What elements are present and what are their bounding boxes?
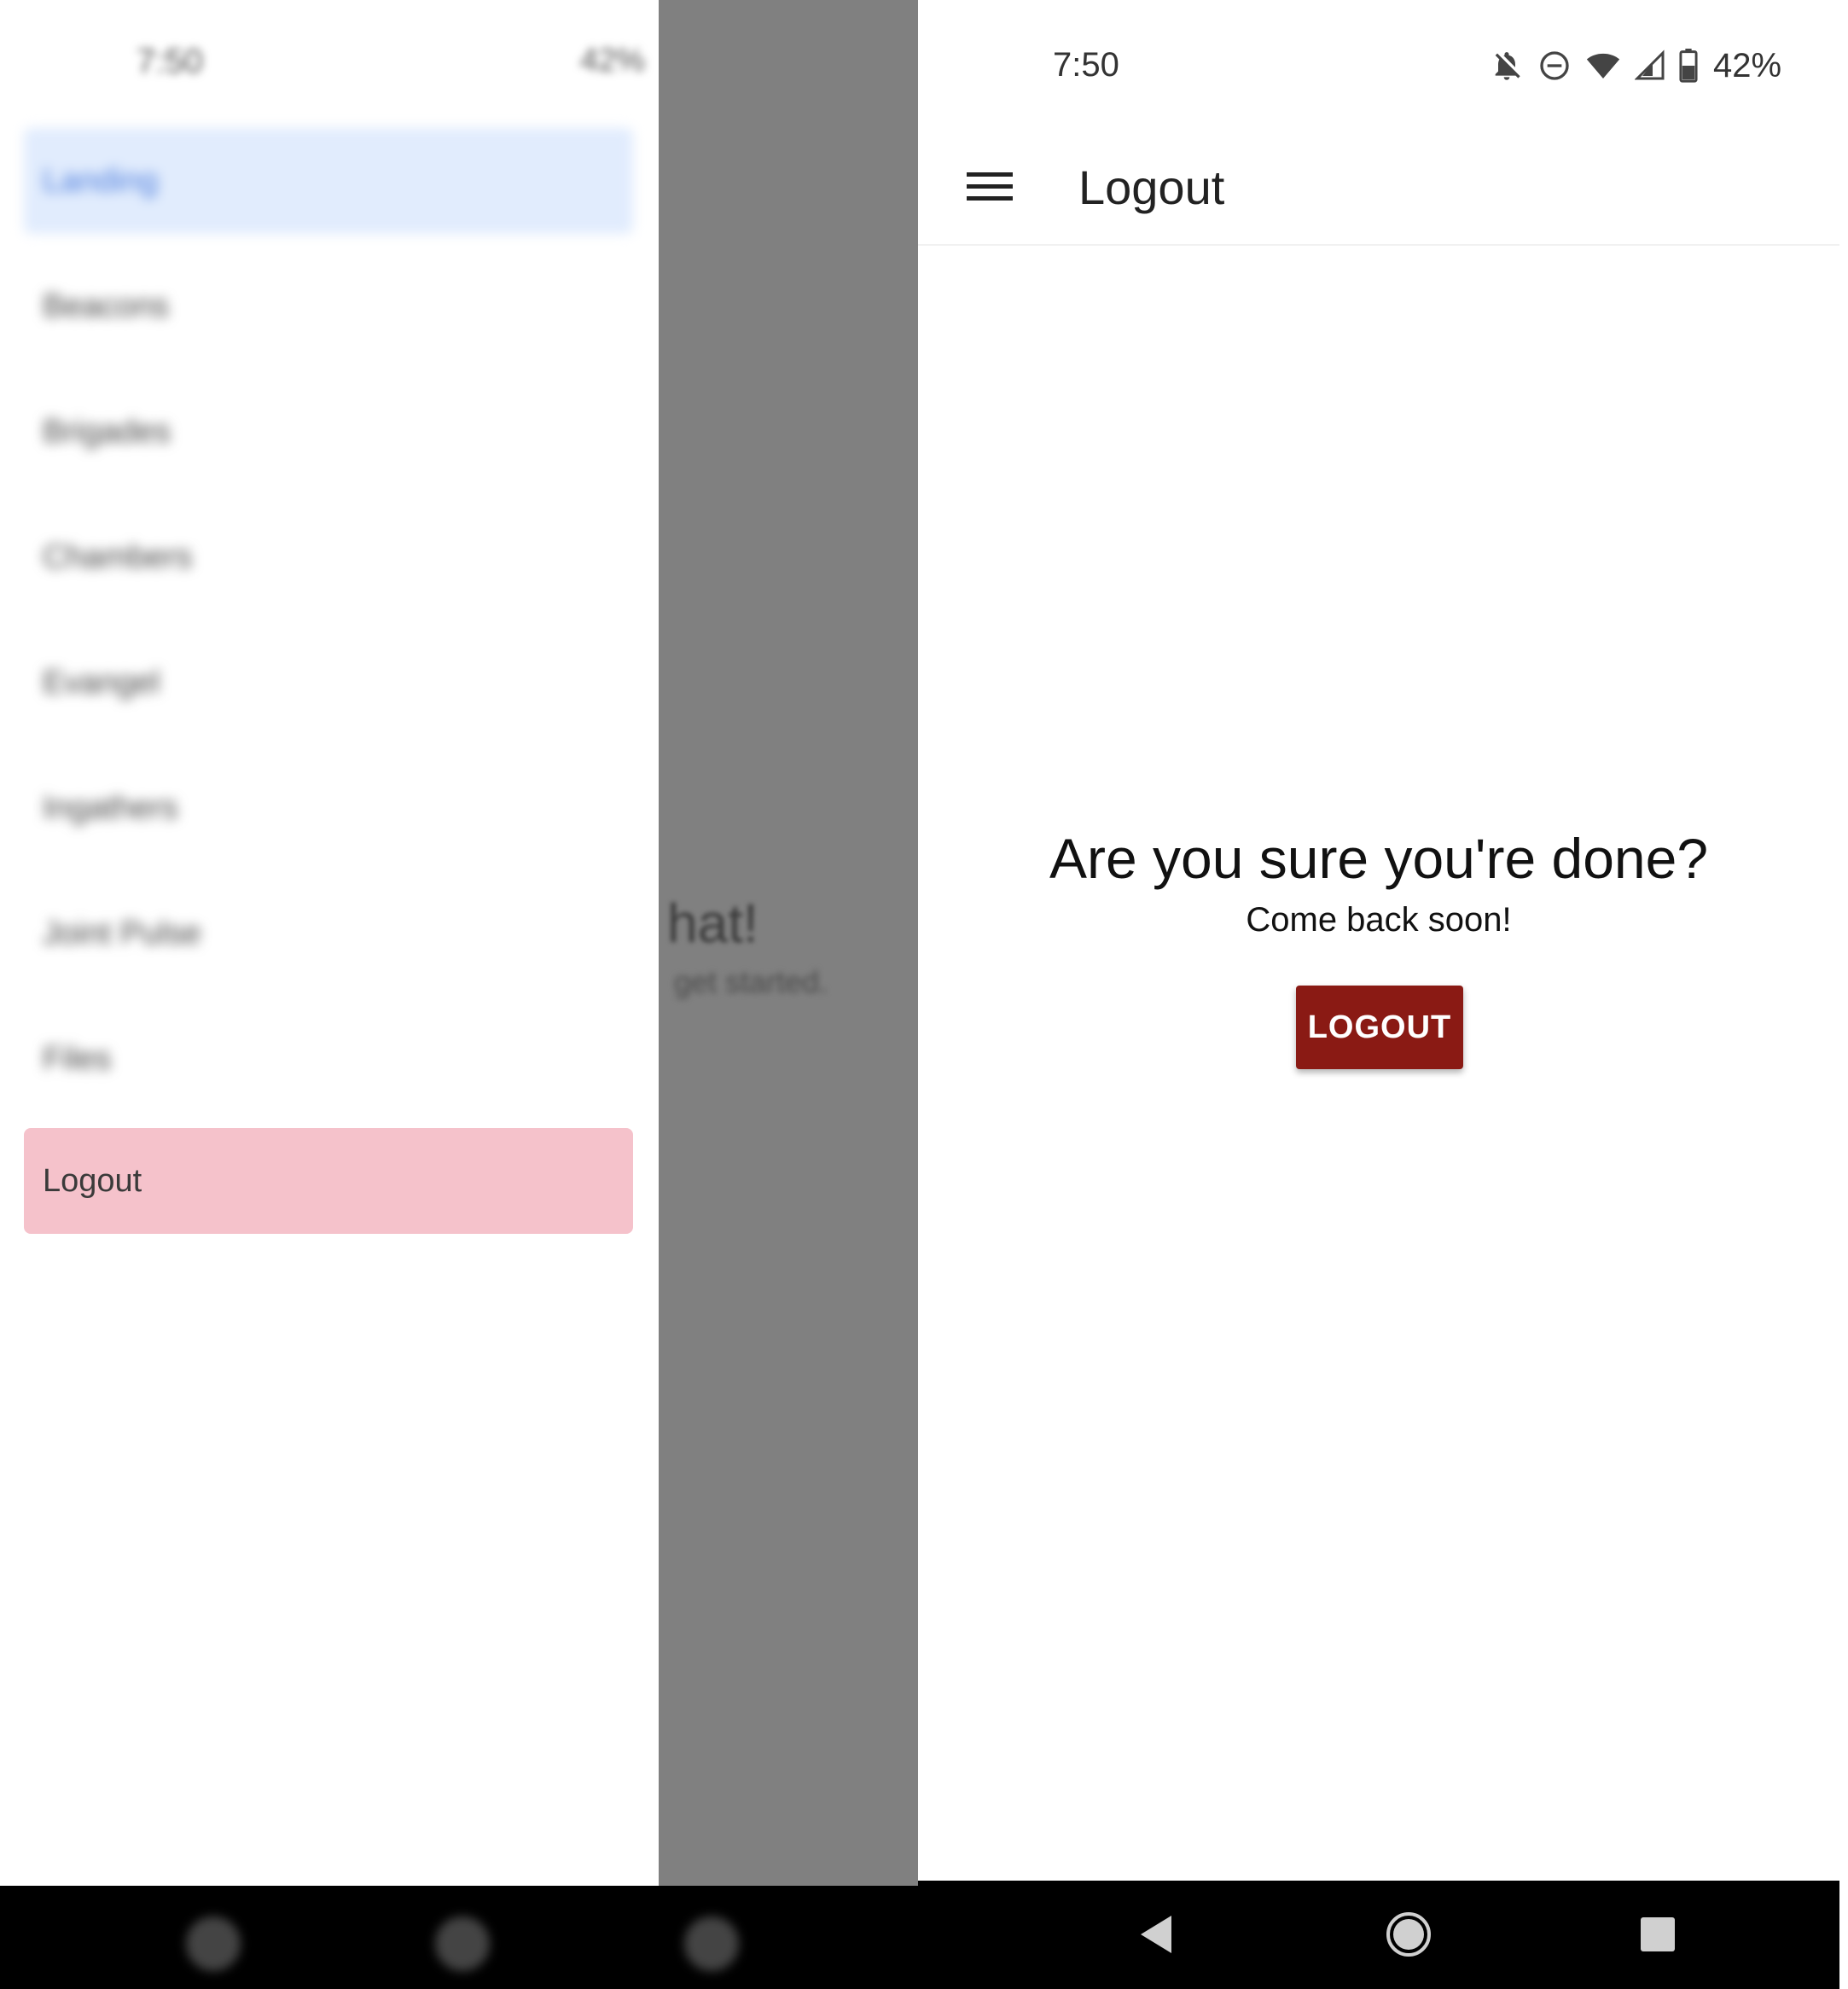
drawer-status-battery: 42% (580, 43, 646, 79)
drawer-item-brigades[interactable]: Brigades (24, 379, 633, 485)
system-navigation-bar (918, 1881, 1839, 1989)
recents-button[interactable] (1628, 1905, 1688, 1964)
status-time: 7:50 (1053, 46, 1119, 84)
back-button[interactable] (1126, 1905, 1186, 1964)
drawer-status-time: 7:50 (137, 43, 203, 80)
status-icons: 42% (1490, 44, 1781, 87)
home-icon[interactable] (435, 1916, 490, 1971)
confirmation-question: Are you sure you're done? (1049, 827, 1709, 890)
recents-icon[interactable] (684, 1916, 739, 1971)
drawer-item-ingathers[interactable]: Ingathers (24, 755, 633, 861)
drawer-screenshot-panel: hat! get started. Landing Beacons Brigad… (0, 0, 918, 1989)
back-icon[interactable] (186, 1916, 241, 1971)
home-button[interactable] (1379, 1905, 1438, 1964)
page-title: Logout (1078, 160, 1225, 214)
background-subtext: get started. (674, 964, 828, 999)
signal-icon (1635, 49, 1665, 83)
notifications-off-icon (1490, 49, 1524, 83)
home-circle-icon (1386, 1912, 1431, 1957)
back-triangle-icon (1141, 1916, 1171, 1953)
battery-icon (1679, 49, 1698, 83)
navigation-drawer: Landing Beacons Brigades Chambers Evange… (0, 0, 648, 1886)
app-bar: Logout (918, 128, 1839, 246)
drawer-item-chambers[interactable]: Chambers (24, 504, 633, 610)
screen-edge (1839, 0, 1848, 1989)
logout-screen: 7:50 42% Logout Are you sure you're done… (918, 0, 1839, 1989)
wifi-icon (1585, 49, 1621, 83)
status-bar: 7:50 42% (918, 0, 1839, 128)
drawer-navigation-bar (0, 1886, 918, 1989)
drawer-item-joint-pulse[interactable]: Joint Pulse (24, 881, 633, 986)
drawer-item-files[interactable]: Files (24, 1006, 633, 1112)
drawer-item-landing[interactable]: Landing (24, 128, 633, 234)
recents-square-icon (1641, 1917, 1675, 1951)
drawer-status-bar: 7:50 42% (0, 43, 918, 85)
drawer-item-logout[interactable]: Logout (24, 1128, 633, 1234)
hamburger-menu-icon (967, 172, 1013, 201)
background-heading: hat! (667, 893, 758, 954)
confirmation-subtext: Come back soon! (1246, 901, 1512, 939)
battery-percentage: 42% (1713, 46, 1782, 84)
main-content: Are you sure you're done? Come back soon… (918, 246, 1839, 1881)
drawer-item-beacons[interactable]: Beacons (24, 253, 633, 359)
logout-button[interactable]: LOGOUT (1296, 986, 1463, 1069)
do-not-disturb-icon (1537, 49, 1572, 83)
drawer-item-evangel[interactable]: Evangel (24, 630, 633, 736)
menu-button[interactable] (956, 152, 1024, 220)
